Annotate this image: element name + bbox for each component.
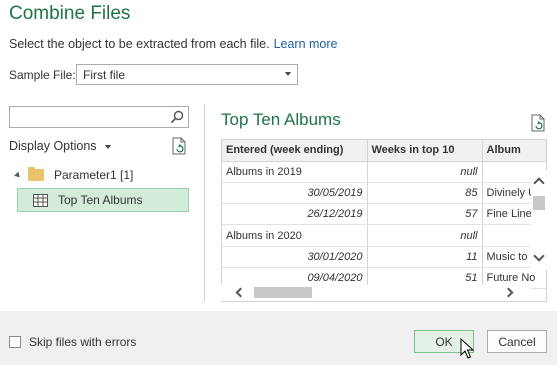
- table-cell: 57: [367, 203, 483, 226]
- sample-file-dropdown[interactable]: First file: [76, 64, 298, 85]
- table-cell: Albums in 2020: [222, 224, 368, 247]
- refresh-icon[interactable]: [530, 114, 546, 132]
- vertical-scrollbar[interactable]: [531, 170, 547, 270]
- folder-label: Parameter1 [1]: [54, 168, 134, 182]
- instruction-text: Select the object to be extracted from e…: [9, 37, 338, 51]
- search-input[interactable]: [9, 106, 189, 128]
- scroll-up-icon[interactable]: [533, 177, 545, 189]
- table-cell: 30/01/2020: [222, 246, 368, 268]
- pane-splitter[interactable]: [204, 104, 205, 302]
- scroll-thumb[interactable]: [533, 196, 545, 210]
- skip-errors-option[interactable]: Skip files with errors: [9, 335, 136, 349]
- table-cell: 30/05/2019: [222, 182, 368, 205]
- preview-title: Top Ten Albums: [221, 110, 341, 129]
- table-cell: Albums in 2019: [222, 161, 368, 183]
- tree-item-top-ten-albums[interactable]: Top Ten Albums: [17, 188, 189, 212]
- tree-item-label: Top Ten Albums: [58, 193, 143, 207]
- cancel-button[interactable]: Cancel: [487, 330, 547, 353]
- chevron-down-icon: [104, 144, 111, 149]
- instruction-label: Select the object to be extracted from e…: [9, 37, 270, 51]
- table-row[interactable]: Albums in 2019 null: [222, 161, 546, 183]
- table-cell: 85: [367, 182, 483, 205]
- table-icon: [33, 193, 48, 207]
- column-header[interactable]: Album: [482, 140, 546, 162]
- mouse-cursor-icon: [460, 338, 474, 359]
- scroll-left-icon[interactable]: [235, 287, 246, 298]
- table-header-row: Entered (week ending) Weeks in top 10 Al…: [222, 140, 546, 162]
- table-cell: null: [367, 161, 483, 183]
- table-row[interactable]: 30/01/2020 11 Music to B: [222, 246, 546, 268]
- learn-more-link[interactable]: Learn more: [274, 37, 338, 51]
- scroll-right-icon[interactable]: [503, 287, 514, 298]
- sample-file-label: Sample File:: [9, 68, 76, 82]
- chevron-down-icon: [285, 72, 291, 76]
- table-row[interactable]: 30/05/2019 85 Divinely U: [222, 182, 546, 205]
- refresh-icon[interactable]: [171, 137, 187, 155]
- skip-errors-label: Skip files with errors: [29, 335, 137, 349]
- column-header[interactable]: Entered (week ending): [222, 140, 368, 162]
- sample-file-value: First file: [83, 68, 125, 82]
- search-icon[interactable]: [170, 110, 184, 124]
- scroll-down-icon[interactable]: [533, 250, 545, 262]
- scroll-thumb[interactable]: [254, 287, 312, 298]
- folder-icon: [28, 167, 44, 181]
- column-header[interactable]: Weeks in top 10: [367, 140, 483, 162]
- preview-table: Entered (week ending) Weeks in top 10 Al…: [221, 139, 547, 302]
- display-options-label: Display Options: [9, 139, 97, 153]
- table-row[interactable]: Albums in 2020 null: [222, 224, 546, 247]
- table-row[interactable]: 26/12/2019 57 Fine Line: [222, 203, 546, 226]
- expand-arrow-icon[interactable]: [14, 171, 22, 179]
- table-cell: 26/12/2019: [222, 203, 368, 226]
- table-cell: 11: [367, 246, 483, 268]
- table-cell: null: [367, 224, 483, 247]
- skip-errors-checkbox[interactable]: [9, 336, 21, 348]
- tree-folder-parameter1[interactable]: Parameter1 [1]: [14, 166, 134, 184]
- display-options-dropdown[interactable]: Display Options: [9, 139, 111, 153]
- dialog-title: Combine Files: [9, 3, 131, 24]
- horizontal-scrollbar[interactable]: [221, 285, 531, 301]
